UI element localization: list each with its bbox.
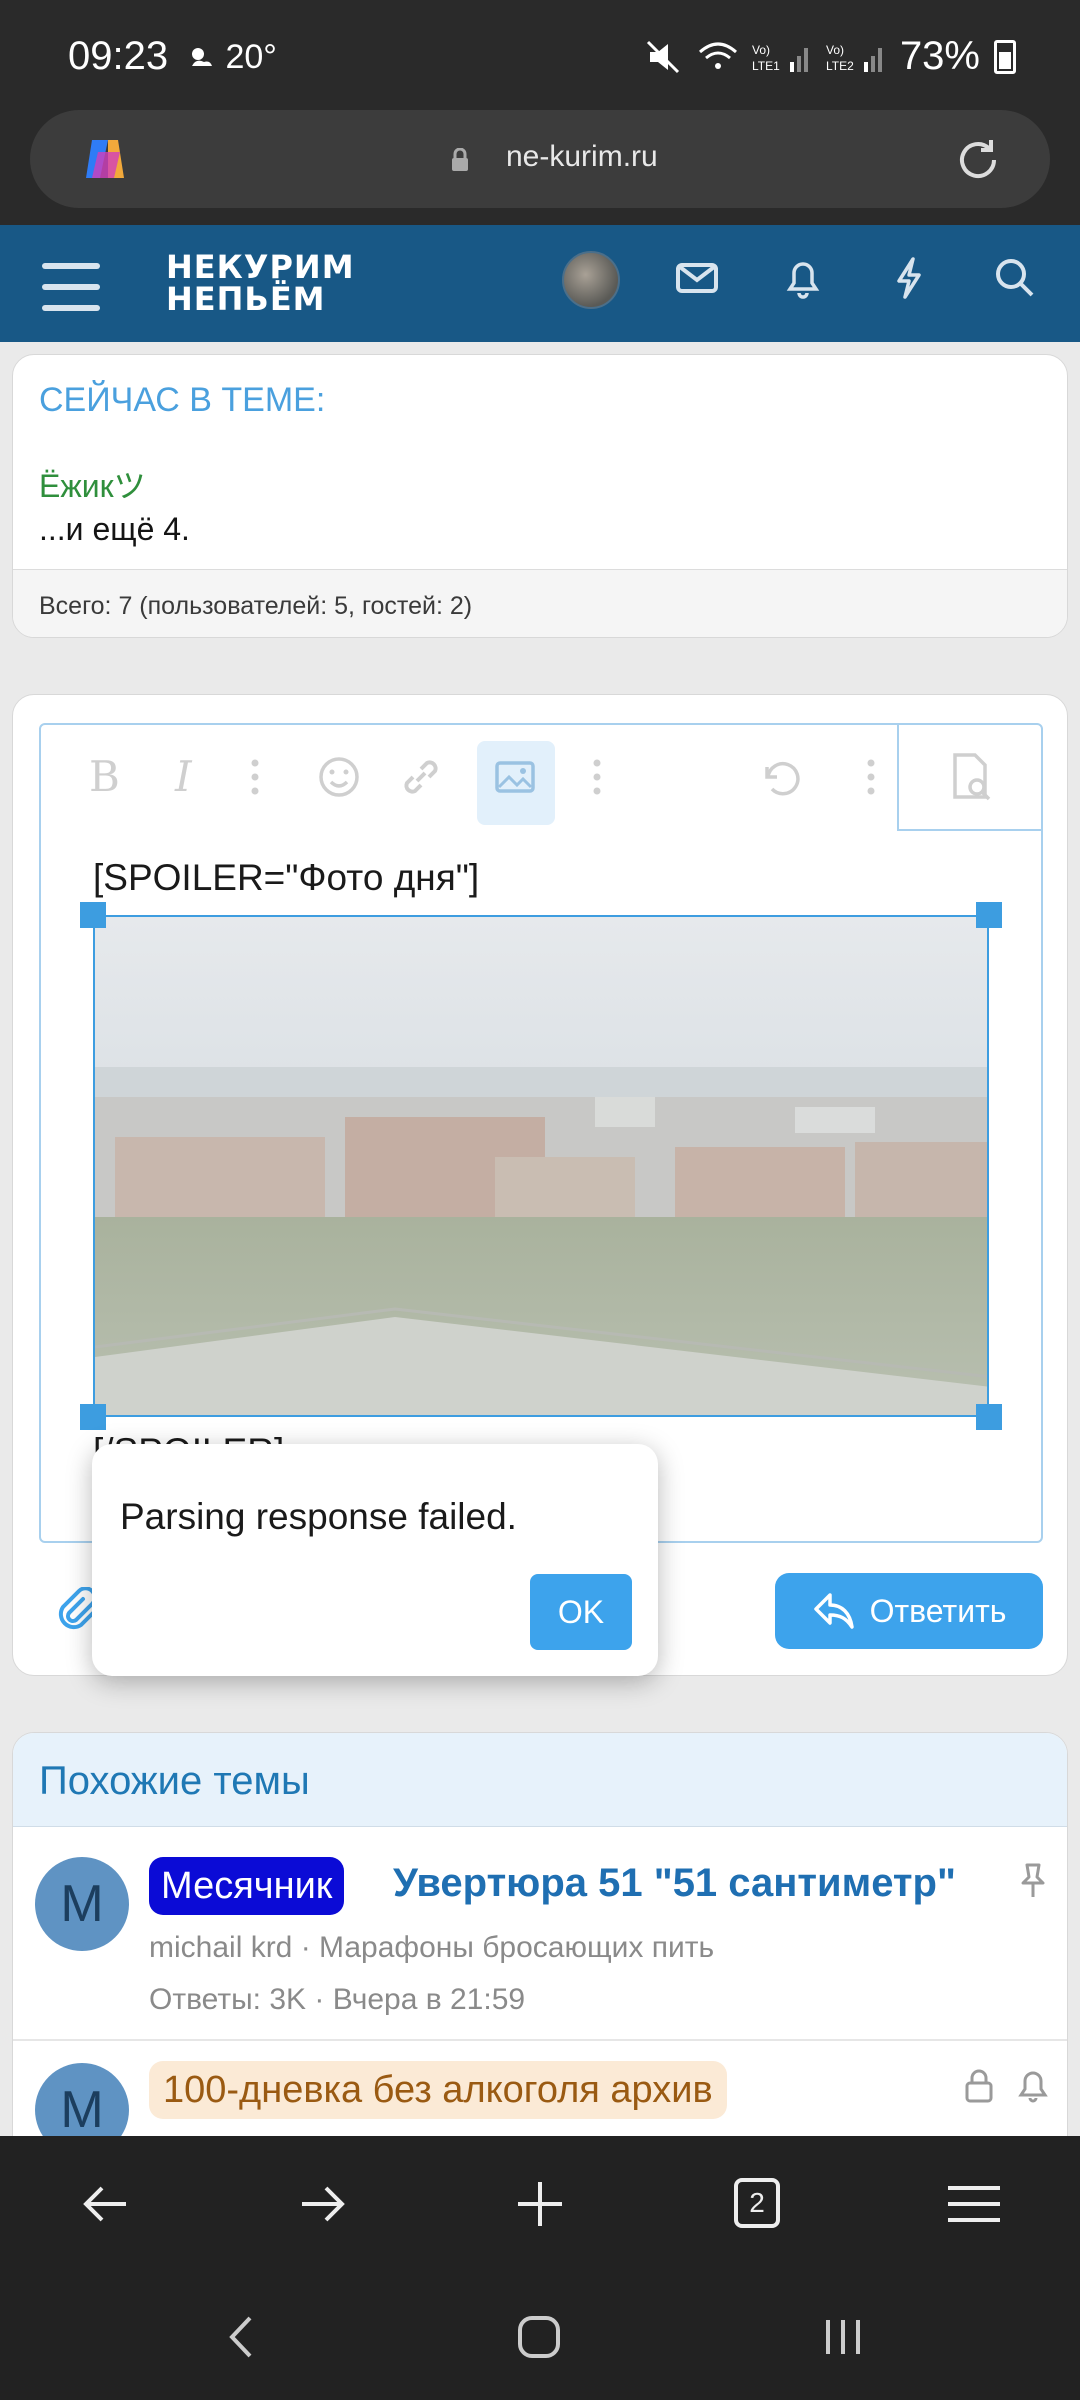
mute-icon <box>646 40 679 73</box>
lock-icon <box>965 2069 993 2103</box>
italic-icon[interactable]: I <box>157 747 217 807</box>
resize-handle-bottom-right[interactable] <box>976 1404 1002 1430</box>
logo-line-2: НЕПЬЁМ <box>166 280 326 318</box>
system-home-icon[interactable] <box>516 2312 562 2362</box>
thread-title[interactable]: Увертюра 51 "51 сантиметр" <box>393 1861 956 1906</box>
more-insert-options-icon[interactable] <box>567 747 627 807</box>
browser-menu-icon[interactable] <box>946 2176 1002 2232</box>
thread-avatar[interactable]: M <box>35 1857 129 1951</box>
more-text-options-icon[interactable] <box>225 747 285 807</box>
weather-indicator: 20° <box>186 38 277 77</box>
inserted-photo[interactable] <box>93 915 989 1417</box>
system-navigation-bar <box>0 2272 1080 2400</box>
bold-icon[interactable]: B <box>75 747 135 807</box>
error-dialog: Parsing response failed. OK <box>92 1444 658 1676</box>
bell-icon <box>1018 2071 1048 2103</box>
signal-lte1-icon: Vo) LTE1 <box>752 43 808 73</box>
pin-icon <box>1021 1863 1045 1897</box>
more-options-icon[interactable] <box>841 747 901 807</box>
error-message: Parsing response failed. <box>120 1496 517 1537</box>
now-in-thread-block: СЕЙЧАС В ТЕМЕ: Ёжикツ ...и ещё 4. Всего: … <box>12 354 1068 638</box>
system-back-icon[interactable] <box>222 2312 262 2362</box>
thread-prefix-badge[interactable]: 100-дневка без алкоголя архив <box>149 2061 727 2119</box>
reply-button-label: Ответить <box>869 1592 1007 1629</box>
signal-lte2-icon: Vo) LTE2 <box>826 43 882 73</box>
ok-button[interactable]: OK <box>530 1574 632 1650</box>
similar-threads-header: Похожие темы <box>13 1733 1067 1827</box>
svg-text:B: B <box>89 752 120 801</box>
smiley-icon[interactable] <box>309 747 369 807</box>
svg-text:Vo): Vo) <box>752 43 770 57</box>
thread-meta: michail krd · Марафоны бросающих пить <box>149 1931 715 1964</box>
forward-arrow-icon[interactable] <box>294 2176 350 2232</box>
copilot-icon[interactable] <box>78 132 132 186</box>
svg-text:Vo): Vo) <box>826 43 844 57</box>
url-text[interactable]: ne-kurim.ru <box>506 140 658 174</box>
site-header: НЕКУРИМ НЕПЬЁМ <box>0 225 1080 342</box>
city-photo-image <box>95 917 987 1415</box>
mail-icon[interactable] <box>672 253 722 303</box>
reply-icon <box>813 1593 854 1629</box>
total-online-text: Всего: 7 (пользователей: 5, гостей: 2) <box>39 592 473 620</box>
attach-icon[interactable] <box>53 1587 97 1631</box>
wifi-icon <box>698 42 737 69</box>
message-editor[interactable]: B I [SPOILER="Фото дня"] [/SPOILER] <box>39 723 1043 1543</box>
now-in-thread-title: СЕЙЧАС В ТЕМЕ: <box>39 381 326 419</box>
image-icon[interactable] <box>485 747 545 807</box>
new-tab-plus-icon[interactable] <box>512 2176 568 2232</box>
link-icon[interactable] <box>391 747 451 807</box>
logo-line-1: НЕКУРИМ <box>166 248 355 286</box>
browser-bottom-bar: 2 <box>0 2136 1080 2272</box>
online-user-link[interactable]: Ёжикツ <box>39 461 146 507</box>
svg-text:I: I <box>174 752 193 801</box>
thread-item[interactable]: M Месячник Увертюра 51 "51 сантиметр" mi… <box>13 1827 1067 2037</box>
site-logo[interactable]: НЕКУРИМ НЕПЬЁМ <box>166 251 355 315</box>
weather-icon <box>192 48 212 66</box>
bell-icon[interactable] <box>778 253 828 303</box>
svg-text:LTE1: LTE1 <box>752 59 780 73</box>
undo-icon[interactable] <box>751 747 811 807</box>
preview-icon <box>953 753 991 801</box>
status-icons: Vo) LTE1 Vo) LTE2 73% <box>644 34 1016 79</box>
more-users-text: ...и ещё 4. <box>39 511 190 547</box>
thread-stats: Ответы: 3K · Вчера в 21:59 <box>149 1983 526 2016</box>
status-bar: 09:23 20° Vo) LTE1 Vo) LTE2 73% <box>0 0 1080 100</box>
user-avatar[interactable] <box>562 251 620 309</box>
editor-spoiler-text: [SPOILER="Фото дня"] <box>93 857 480 898</box>
resize-handle-bottom-left[interactable] <box>80 1404 106 1430</box>
battery-icon <box>994 39 1016 74</box>
battery-percent: 73% <box>899 34 980 78</box>
thread-prefix-badge[interactable]: Месячник <box>149 1857 345 1915</box>
menu-icon[interactable] <box>42 263 100 311</box>
now-in-thread-footer: Всего: 7 (пользователей: 5, гостей: 2) <box>13 569 1067 637</box>
tabs-button[interactable]: 2 <box>734 2178 780 2228</box>
search-icon[interactable] <box>990 253 1040 303</box>
preview-button[interactable] <box>897 723 1043 831</box>
similar-threads-title: Похожие темы <box>39 1759 310 1803</box>
address-bar[interactable]: ne-kurim.ru <box>30 110 1050 208</box>
lightning-icon[interactable] <box>884 253 934 303</box>
svg-text:LTE2: LTE2 <box>826 59 854 73</box>
browser-toolbar: ne-kurim.ru <box>0 100 1080 225</box>
reply-button[interactable]: Ответить <box>775 1573 1043 1649</box>
back-arrow-icon[interactable] <box>78 2176 134 2232</box>
lock-icon <box>452 148 468 171</box>
status-time: 09:23 <box>68 34 169 78</box>
resize-handle-top-right[interactable] <box>976 902 1002 928</box>
resize-handle-top-left[interactable] <box>80 902 106 928</box>
reload-icon[interactable] <box>954 136 1002 184</box>
temperature-text: 20° <box>225 38 277 76</box>
system-recents-icon[interactable] <box>820 2312 866 2362</box>
